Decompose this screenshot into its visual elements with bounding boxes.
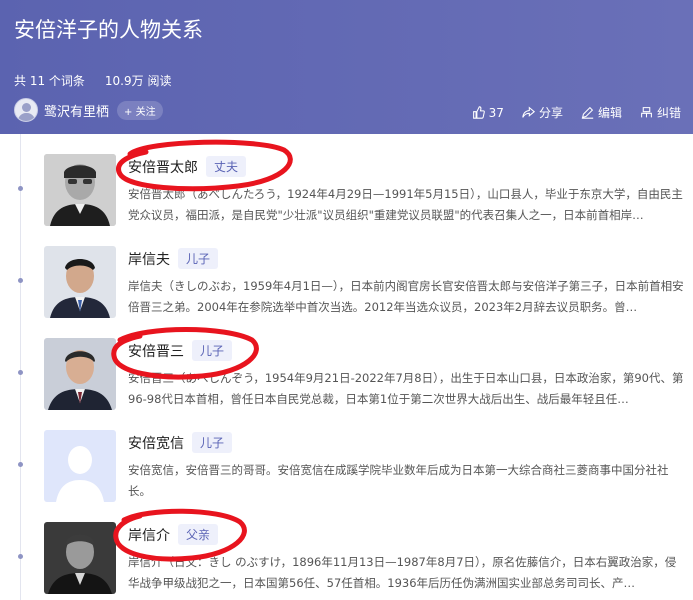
- relation-item[interactable]: 安倍晋太郎 丈夫 安倍晋太郎（あべしんたろう，1924年4月29日—1991年5…: [44, 154, 684, 230]
- portrait-image[interactable]: [44, 338, 116, 410]
- edit-label: 编辑: [597, 106, 622, 120]
- person-name[interactable]: 安倍晋三: [128, 341, 184, 361]
- edit-button[interactable]: 编辑: [581, 104, 622, 121]
- person-name[interactable]: 安倍晋太郎: [128, 157, 198, 177]
- timeline-dot: [18, 554, 23, 559]
- entry-count: 共 11 个词条: [14, 74, 85, 88]
- author-info: 鹭沢有里栖 + 关注: [14, 98, 163, 122]
- portrait-placeholder[interactable]: [44, 430, 116, 502]
- report-button[interactable]: 纠错: [640, 104, 681, 121]
- timeline-dot: [18, 370, 23, 375]
- relation-tag: 儿子: [178, 248, 219, 269]
- person-name[interactable]: 岸信介: [128, 525, 170, 545]
- share-label: 分享: [538, 106, 563, 120]
- share-button[interactable]: 分享: [522, 104, 563, 121]
- person-description: 安倍晋太郎（あべしんたろう，1924年4月29日—1991年5月15日），山口县…: [128, 187, 683, 222]
- default-avatar-icon: [44, 430, 116, 502]
- person-description: 岸信夫（きしのぶお，1959年4月1日—），日本前内阁官房长官安倍晋太郎与安倍洋…: [128, 279, 684, 314]
- portrait-image[interactable]: [44, 522, 116, 594]
- portrait-image[interactable]: [44, 246, 116, 318]
- relation-item[interactable]: 岸信介 父亲 岸信介（日文：きし のぶすけ，1896年11月13日—1987年8…: [44, 522, 684, 598]
- person-description: 安倍晋三（あべしんぞう，1954年9月21日-2022年7月8日），出生于日本山…: [128, 371, 684, 406]
- person-description: 安倍宽信，安倍晋三的哥哥。安倍宽信在成蹊学院毕业数年后成为日本第一大综合商社三菱…: [128, 463, 669, 498]
- timeline-dot: [18, 186, 23, 191]
- follow-button[interactable]: + 关注: [117, 100, 163, 120]
- like-count: 37: [488, 105, 504, 120]
- person-description: 岸信介（日文：きし のぶすけ，1896年11月13日—1987年8月7日），原名…: [128, 555, 677, 590]
- relation-item[interactable]: 岸信夫 儿子 岸信夫（きしのぶお，1959年4月1日—），日本前内阁官房长官安倍…: [44, 246, 684, 322]
- page-stats: 共 11 个词条 10.9万 阅读: [14, 72, 171, 89]
- report-label: 纠错: [656, 106, 681, 120]
- relation-tag: 儿子: [192, 340, 233, 361]
- relation-item[interactable]: 安倍宽信 儿子 安倍宽信，安倍晋三的哥哥。安倍宽信在成蹊学院毕业数年后成为日本第…: [44, 430, 684, 506]
- author-name[interactable]: 鹭沢有里栖: [44, 101, 109, 120]
- correction-icon: [641, 107, 652, 118]
- like-button[interactable]: 37: [472, 104, 504, 121]
- person-name[interactable]: 安倍宽信: [128, 433, 184, 453]
- page-header: 安倍洋子的人物关系 共 11 个词条 10.9万 阅读 鹭沢有里栖 + 关注 3…: [0, 0, 693, 134]
- view-count: 10.9万 阅读: [104, 74, 172, 88]
- pencil-icon: [581, 106, 594, 119]
- relation-tag: 儿子: [192, 432, 233, 453]
- page-title: 安倍洋子的人物关系: [14, 18, 203, 42]
- relation-tag: 丈夫: [206, 156, 247, 177]
- relation-item[interactable]: 安倍晋三 儿子 安倍晋三（あべしんぞう，1954年9月21日-2022年7月8日…: [44, 338, 684, 414]
- action-bar: 37 分享 编辑 纠错: [472, 104, 681, 121]
- portrait-image[interactable]: [44, 154, 116, 226]
- thumbs-up-icon: [472, 106, 485, 119]
- timeline-dot: [18, 278, 23, 283]
- timeline-dot: [18, 462, 23, 467]
- share-icon: [522, 106, 535, 118]
- relation-tag: 父亲: [178, 524, 219, 545]
- avatar[interactable]: [14, 98, 38, 122]
- timeline-line: [20, 134, 21, 600]
- person-name[interactable]: 岸信夫: [128, 249, 170, 269]
